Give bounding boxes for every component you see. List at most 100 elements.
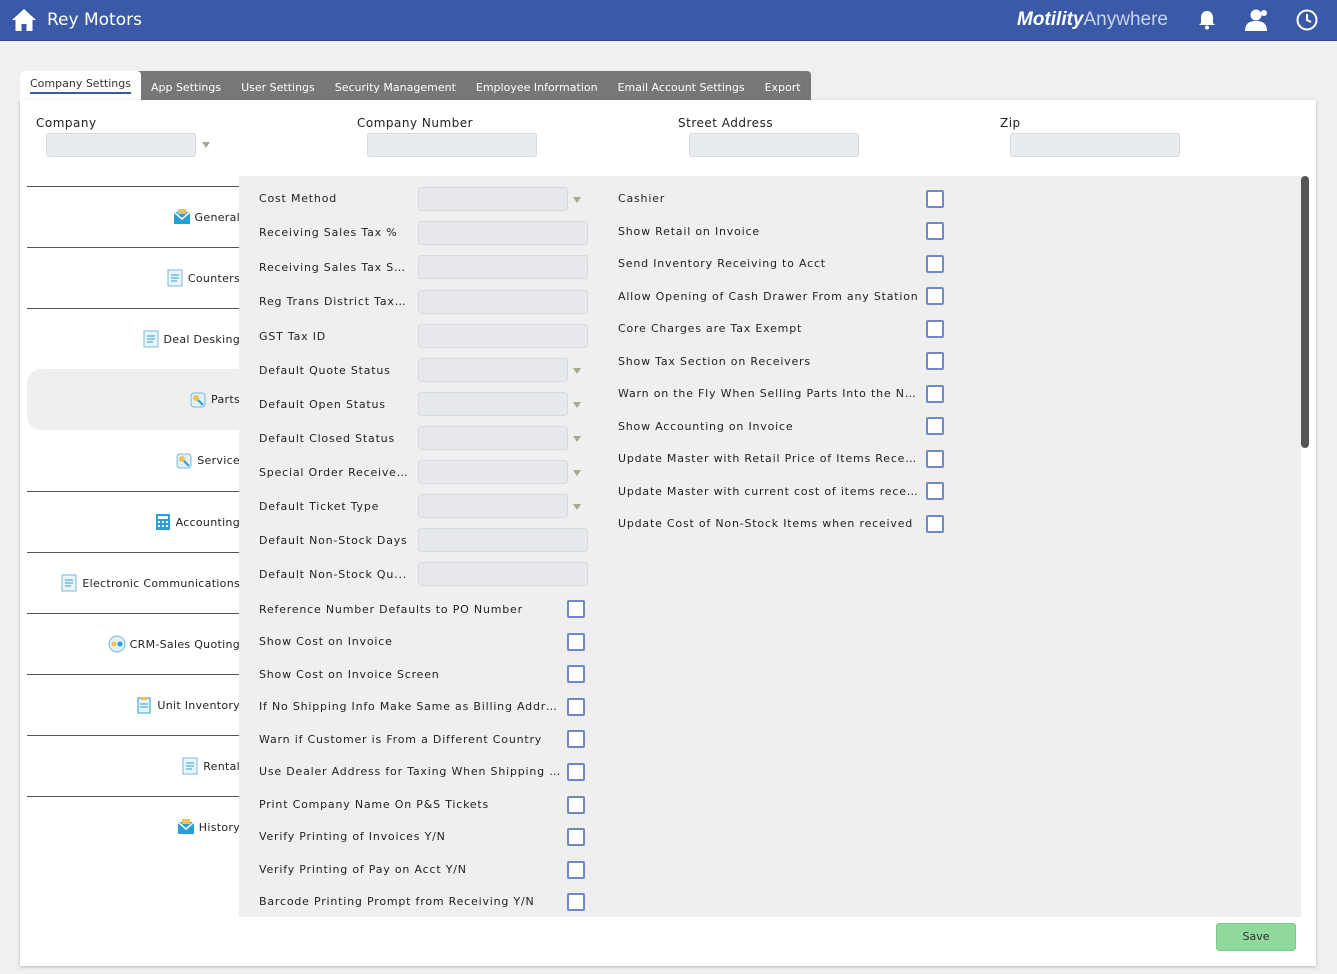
checkbox-label: Show Cost on Invoice Screen bbox=[259, 668, 440, 681]
cashier-checkbox[interactable] bbox=[926, 190, 944, 208]
sidebar-item-label: Counters bbox=[187, 271, 240, 285]
save-button[interactable]: Save bbox=[1216, 923, 1296, 951]
checkbox-label: Reference Number Defaults to PO Number bbox=[259, 603, 523, 616]
core-charges-tax-exempt-checkbox[interactable] bbox=[926, 320, 944, 338]
show-retail-on-invoice-checkbox[interactable] bbox=[926, 222, 944, 240]
dealer-address-taxing-checkbox[interactable] bbox=[567, 763, 585, 781]
sidebar-item-label: Electronic Communications bbox=[82, 576, 240, 590]
sidebar-item-label: Rental bbox=[203, 759, 240, 773]
reference-number-po-checkbox[interactable] bbox=[567, 600, 585, 618]
show-tax-section-checkbox[interactable] bbox=[926, 352, 944, 370]
tab-user-settings[interactable]: User Settings bbox=[231, 71, 325, 100]
chevron-down-icon[interactable] bbox=[573, 504, 581, 510]
checkbox-label: Print Company Name On P&S Tickets bbox=[259, 798, 490, 811]
company-label: Company bbox=[36, 116, 97, 130]
tab-email-account-settings[interactable]: Email Account Settings bbox=[608, 71, 755, 100]
checkbox-label: Barcode Printing Prompt from Receiving Y… bbox=[259, 895, 535, 908]
settings-card: Company Company Number Street Address Zi… bbox=[20, 100, 1316, 966]
update-master-cost-checkbox[interactable] bbox=[926, 482, 944, 500]
shipping-same-as-billing-checkbox[interactable] bbox=[567, 698, 585, 716]
receiving-sales-tax-sec-field[interactable] bbox=[418, 255, 588, 279]
sidebar-item-rental[interactable]: Rental bbox=[27, 735, 240, 796]
warn-different-country-checkbox[interactable] bbox=[567, 730, 585, 748]
brand-light: Anywhere bbox=[1083, 9, 1169, 30]
checkbox-label: If No Shipping Info Make Same as Billing… bbox=[259, 700, 564, 713]
default-non-stock-days-field[interactable] bbox=[418, 528, 588, 552]
barcode-printing-prompt-checkbox[interactable] bbox=[567, 893, 585, 911]
sidebar-item-label: CRM-Sales Quoting bbox=[129, 637, 240, 651]
tab-app-settings[interactable]: App Settings bbox=[141, 71, 231, 100]
sidebar-item-accounting[interactable]: Accounting bbox=[27, 491, 240, 552]
receiving-sales-tax-label: Receiving Sales Tax % bbox=[259, 226, 398, 239]
tab-company-settings[interactable]: Company Settings bbox=[20, 71, 141, 100]
default-closed-status-select[interactable] bbox=[418, 426, 568, 450]
panel-scrollbar[interactable] bbox=[1301, 176, 1309, 917]
sidebar-item-history[interactable]: History bbox=[27, 796, 240, 857]
brand-bold: Motility bbox=[1017, 9, 1084, 30]
document-icon bbox=[61, 574, 77, 592]
chevron-down-icon[interactable] bbox=[573, 197, 581, 203]
allow-cash-drawer-checkbox[interactable] bbox=[926, 287, 944, 305]
default-ticket-type-select[interactable] bbox=[418, 494, 568, 518]
chevron-down-icon[interactable] bbox=[573, 402, 581, 408]
company-select[interactable] bbox=[46, 133, 196, 157]
sidebar-item-label: Parts bbox=[211, 393, 240, 406]
show-cost-on-invoice-screen-checkbox[interactable] bbox=[567, 665, 585, 683]
bell-icon[interactable] bbox=[1197, 10, 1217, 30]
street-address-field[interactable] bbox=[689, 133, 859, 157]
parts-icon bbox=[190, 392, 206, 407]
print-company-name-checkbox[interactable] bbox=[567, 796, 585, 814]
reg-trans-district-tax-field[interactable] bbox=[418, 290, 588, 314]
show-cost-on-invoice-checkbox[interactable] bbox=[567, 633, 585, 651]
clipboard-icon bbox=[137, 697, 151, 714]
sidebar-item-deal-desking[interactable]: Deal Desking bbox=[27, 308, 240, 369]
checkbox-label: Update Master with Retail Price of Items… bbox=[618, 452, 920, 465]
chevron-down-icon[interactable] bbox=[573, 436, 581, 442]
company-number-label: Company Number bbox=[357, 116, 474, 130]
cost-method-label: Cost Method bbox=[259, 192, 338, 205]
sidebar-item-general[interactable]: General bbox=[27, 186, 240, 247]
checkbox-label: Cashier bbox=[618, 192, 666, 205]
verify-printing-pay-on-acct-checkbox[interactable] bbox=[567, 861, 585, 879]
document-icon bbox=[143, 330, 159, 348]
chevron-down-icon[interactable] bbox=[573, 368, 581, 374]
user-icon[interactable] bbox=[1244, 8, 1270, 32]
sidebar-item-label: Unit Inventory bbox=[157, 698, 240, 712]
chevron-down-icon[interactable] bbox=[573, 470, 581, 476]
update-master-retail-checkbox[interactable] bbox=[926, 450, 944, 468]
clock-icon[interactable] bbox=[1296, 9, 1318, 31]
default-open-status-select[interactable] bbox=[418, 392, 568, 416]
receiving-sales-tax-field[interactable] bbox=[418, 221, 588, 245]
verify-printing-invoices-checkbox[interactable] bbox=[567, 828, 585, 846]
tab-security-management[interactable]: Security Management bbox=[325, 71, 466, 100]
sidebar-item-counters[interactable]: Counters bbox=[27, 247, 240, 308]
default-quote-status-select[interactable] bbox=[418, 358, 568, 382]
company-number-field[interactable] bbox=[367, 133, 537, 157]
document-icon bbox=[167, 269, 183, 287]
sidebar-item-parts[interactable]: Parts bbox=[27, 369, 240, 430]
sidebar-item-service[interactable]: Service bbox=[27, 430, 240, 491]
checkbox-label: Warn if Customer is From a Different Cou… bbox=[259, 733, 543, 746]
show-accounting-on-invoice-checkbox[interactable] bbox=[926, 417, 944, 435]
zip-field[interactable] bbox=[1010, 133, 1180, 157]
cost-method-select[interactable] bbox=[418, 187, 568, 211]
tab-employee-information[interactable]: Employee Information bbox=[466, 71, 608, 100]
chevron-down-icon[interactable] bbox=[202, 142, 210, 148]
settings-sidebar: General Counters Deal Desking Parts Serv… bbox=[27, 186, 240, 857]
sidebar-item-unit-inventory[interactable]: Unit Inventory bbox=[27, 674, 240, 735]
gst-tax-id-field[interactable] bbox=[418, 324, 588, 348]
tab-export[interactable]: Export bbox=[755, 71, 811, 100]
scroll-thumb[interactable] bbox=[1301, 176, 1309, 448]
checkbox-label: Verify Printing of Invoices Y/N bbox=[259, 830, 446, 843]
send-inventory-receiving-checkbox[interactable] bbox=[926, 255, 944, 273]
sidebar-item-electronic-communications[interactable]: Electronic Communications bbox=[27, 552, 240, 613]
special-order-received-select[interactable] bbox=[418, 460, 568, 484]
default-non-stock-qu-field[interactable] bbox=[418, 562, 588, 586]
warn-selling-negative-checkbox[interactable] bbox=[926, 385, 944, 403]
checkbox-label: Show Retail on Invoice bbox=[618, 225, 760, 238]
envelope-icon bbox=[177, 819, 195, 834]
sidebar-item-crm-sales-quoting[interactable]: CRM-Sales Quoting bbox=[27, 613, 240, 674]
update-cost-non-stock-checkbox[interactable] bbox=[926, 515, 944, 533]
home-icon[interactable] bbox=[11, 8, 37, 32]
checkbox-label: Core Charges are Tax Exempt bbox=[618, 322, 803, 335]
